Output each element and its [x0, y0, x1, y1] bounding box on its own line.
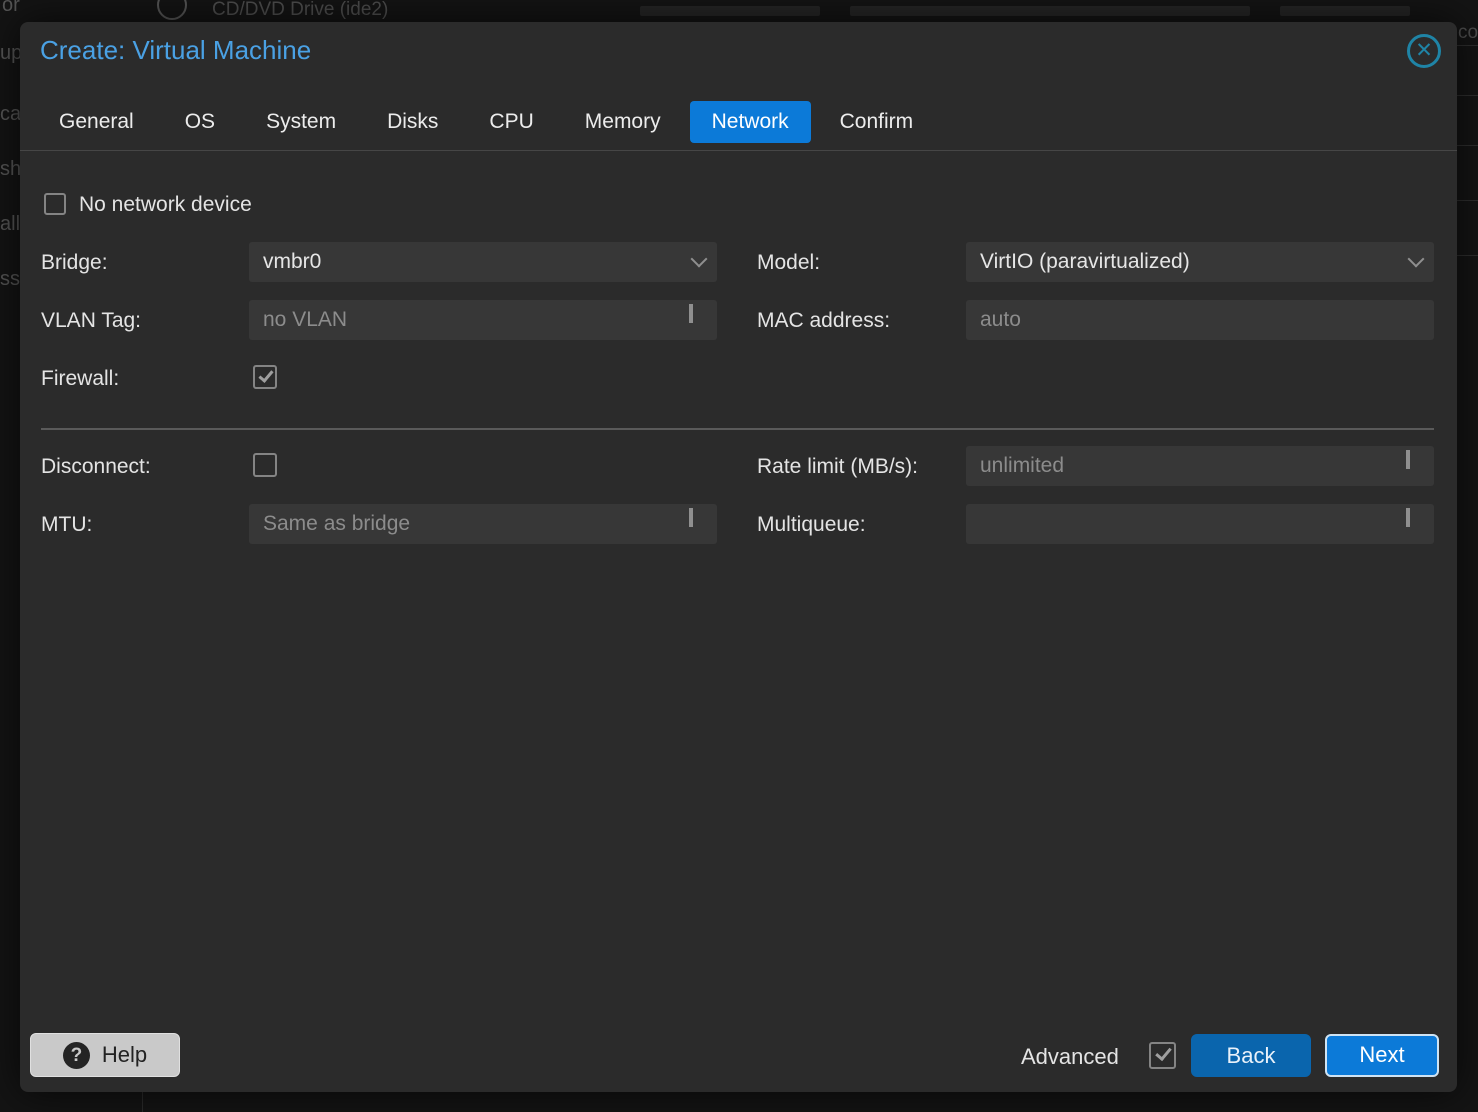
bridge-combobox [249, 242, 717, 282]
help-button-label: Help [102, 1042, 147, 1068]
bg-blurred-text [1280, 6, 1410, 16]
tabs-separator [20, 150, 1457, 151]
bg-radio-icon [157, 0, 187, 20]
tab-general[interactable]: General [37, 101, 156, 143]
disconnect-label: Disconnect: [41, 455, 151, 479]
bg-grid-line [1457, 95, 1478, 96]
tab-confirm[interactable]: Confirm [818, 101, 936, 143]
check-icon [1155, 1044, 1172, 1061]
bg-grid-line [1457, 255, 1478, 256]
advanced-checkbox[interactable] [1149, 1042, 1176, 1069]
mac-address-field [966, 300, 1434, 340]
bg-text-fragment: all [0, 213, 20, 236]
advanced-section-divider [41, 428, 1434, 430]
chevron-down-icon[interactable] [693, 253, 705, 265]
bg-text-fragment: ca [0, 103, 21, 126]
tab-system[interactable]: System [244, 101, 358, 143]
spinner-icon[interactable] [689, 304, 705, 336]
bg-grid-line [1457, 45, 1478, 46]
mac-address-input[interactable] [966, 300, 1434, 340]
create-vm-dialog: Create: Virtual Machine ✕ General OS Sys… [20, 22, 1457, 1092]
bg-grid-line [1457, 200, 1478, 201]
bg-blurred-text [850, 6, 1250, 16]
bg-text-fragment: CD/DVD Drive (ide2) [212, 0, 388, 21]
firewall-checkbox[interactable] [253, 365, 277, 389]
tab-cpu[interactable]: CPU [467, 101, 555, 143]
no-network-device-checkbox[interactable] [44, 193, 66, 215]
chevron-down-icon[interactable] [1410, 253, 1422, 265]
rate-limit-label: Rate limit (MB/s): [757, 455, 918, 479]
multiqueue-input[interactable] [966, 504, 1434, 544]
mtu-input[interactable] [249, 504, 717, 544]
firewall-label: Firewall: [41, 367, 119, 391]
vlan-tag-spinner-field [249, 300, 717, 340]
bg-grid-line [1457, 145, 1478, 146]
mtu-spinner-field [249, 504, 717, 544]
rate-limit-spinner-field [966, 446, 1434, 486]
no-network-device-label: No network device [79, 193, 252, 217]
spinner-icon[interactable] [689, 508, 705, 540]
advanced-label: Advanced [1021, 1044, 1119, 1070]
bg-text-fragment: up [0, 42, 22, 65]
bg-text-fragment: co [1458, 22, 1478, 44]
back-button[interactable]: Back [1191, 1034, 1311, 1077]
tab-memory[interactable]: Memory [563, 101, 683, 143]
model-label: Model: [757, 251, 820, 275]
mac-address-label: MAC address: [757, 309, 890, 333]
help-button[interactable]: ? Help [30, 1033, 180, 1077]
bg-grid-line [142, 1092, 143, 1112]
model-combobox [966, 242, 1434, 282]
mtu-label: MTU: [41, 513, 92, 537]
spinner-icon[interactable] [1406, 508, 1422, 540]
wizard-tabs: General OS System Disks CPU Memory Netwo… [20, 100, 1457, 144]
model-input[interactable] [966, 242, 1434, 282]
bridge-input[interactable] [249, 242, 717, 282]
bg-text-fragment: sh [0, 158, 21, 181]
disconnect-checkbox[interactable] [253, 453, 277, 477]
multiqueue-label: Multiqueue: [757, 513, 866, 537]
rate-limit-input[interactable] [966, 446, 1434, 486]
bridge-label: Bridge: [41, 251, 108, 275]
tab-os[interactable]: OS [163, 101, 237, 143]
close-icon[interactable]: ✕ [1407, 34, 1441, 68]
multiqueue-spinner-field [966, 504, 1434, 544]
bg-text-fragment: or [2, 0, 20, 17]
bg-blurred-text [640, 6, 820, 16]
check-icon [258, 367, 273, 383]
dialog-title: Create: Virtual Machine [40, 35, 311, 66]
vlan-tag-input[interactable] [249, 300, 717, 340]
vlan-tag-label: VLAN Tag: [41, 309, 141, 333]
question-mark-icon: ? [63, 1042, 90, 1069]
tab-disks[interactable]: Disks [365, 101, 460, 143]
tab-network[interactable]: Network [690, 101, 811, 143]
next-button[interactable]: Next [1325, 1034, 1439, 1077]
spinner-icon[interactable] [1406, 450, 1422, 482]
bg-text-fragment: ss [0, 268, 20, 291]
